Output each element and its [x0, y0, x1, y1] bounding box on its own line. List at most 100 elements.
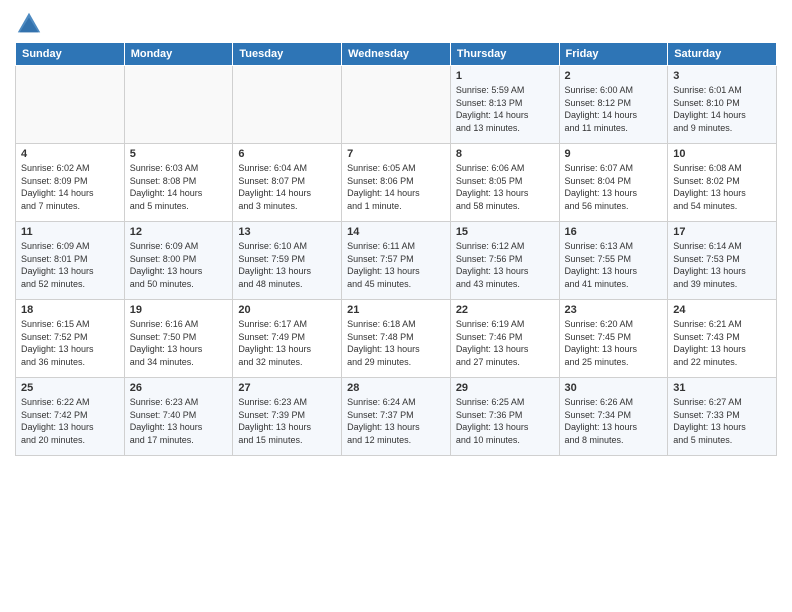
calendar-cell — [124, 66, 233, 144]
day-info: Sunrise: 6:13 AM Sunset: 7:55 PM Dayligh… — [565, 240, 663, 290]
day-info: Sunrise: 6:04 AM Sunset: 8:07 PM Dayligh… — [238, 162, 336, 212]
day-info: Sunrise: 6:09 AM Sunset: 8:01 PM Dayligh… — [21, 240, 119, 290]
calendar-cell: 31 Sunrise: 6:27 AM Sunset: 7:33 PM Dayli… — [668, 378, 777, 456]
day-number: 9 — [565, 148, 663, 160]
day-number: 8 — [456, 148, 554, 160]
page-container: SundayMondayTuesdayWednesdayThursdayFrid… — [0, 0, 792, 461]
day-info: Sunrise: 6:06 AM Sunset: 8:05 PM Dayligh… — [456, 162, 554, 212]
calendar-cell — [342, 66, 451, 144]
calendar-week-row: 25 Sunrise: 6:22 AM Sunset: 7:42 PM Dayli… — [16, 378, 777, 456]
day-number: 7 — [347, 148, 445, 160]
day-number: 14 — [347, 226, 445, 238]
day-number: 4 — [21, 148, 119, 160]
calendar-week-row: 11 Sunrise: 6:09 AM Sunset: 8:01 PM Dayli… — [16, 222, 777, 300]
day-number: 23 — [565, 304, 663, 316]
calendar-week-row: 1 Sunrise: 5:59 AM Sunset: 8:13 PM Daylig… — [16, 66, 777, 144]
day-info: Sunrise: 6:02 AM Sunset: 8:09 PM Dayligh… — [21, 162, 119, 212]
calendar-cell: 10 Sunrise: 6:08 AM Sunset: 8:02 PM Dayli… — [668, 144, 777, 222]
calendar-cell — [233, 66, 342, 144]
day-info: Sunrise: 6:24 AM Sunset: 7:37 PM Dayligh… — [347, 396, 445, 446]
day-info: Sunrise: 6:23 AM Sunset: 7:39 PM Dayligh… — [238, 396, 336, 446]
calendar-cell: 4 Sunrise: 6:02 AM Sunset: 8:09 PM Daylig… — [16, 144, 125, 222]
day-info: Sunrise: 6:21 AM Sunset: 7:43 PM Dayligh… — [673, 318, 771, 368]
day-info: Sunrise: 6:20 AM Sunset: 7:45 PM Dayligh… — [565, 318, 663, 368]
day-number: 10 — [673, 148, 771, 160]
calendar-cell: 17 Sunrise: 6:14 AM Sunset: 7:53 PM Dayli… — [668, 222, 777, 300]
day-number: 27 — [238, 382, 336, 394]
day-info: Sunrise: 6:19 AM Sunset: 7:46 PM Dayligh… — [456, 318, 554, 368]
day-number: 18 — [21, 304, 119, 316]
day-number: 22 — [456, 304, 554, 316]
day-info: Sunrise: 6:27 AM Sunset: 7:33 PM Dayligh… — [673, 396, 771, 446]
day-info: Sunrise: 6:00 AM Sunset: 8:12 PM Dayligh… — [565, 84, 663, 134]
day-info: Sunrise: 6:08 AM Sunset: 8:02 PM Dayligh… — [673, 162, 771, 212]
day-info: Sunrise: 6:05 AM Sunset: 8:06 PM Dayligh… — [347, 162, 445, 212]
calendar-cell: 18 Sunrise: 6:15 AM Sunset: 7:52 PM Dayli… — [16, 300, 125, 378]
calendar-cell: 20 Sunrise: 6:17 AM Sunset: 7:49 PM Dayli… — [233, 300, 342, 378]
calendar-cell: 23 Sunrise: 6:20 AM Sunset: 7:45 PM Dayli… — [559, 300, 668, 378]
calendar-week-row: 18 Sunrise: 6:15 AM Sunset: 7:52 PM Dayli… — [16, 300, 777, 378]
day-number: 25 — [21, 382, 119, 394]
calendar-cell: 30Sunrise: 6:26 AM Sunset: 7:34 PM Dayli… — [559, 378, 668, 456]
calendar-cell: 3 Sunrise: 6:01 AM Sunset: 8:10 PM Daylig… — [668, 66, 777, 144]
header-row: SundayMondayTuesdayWednesdayThursdayFrid… — [16, 43, 777, 66]
calendar-cell: 25 Sunrise: 6:22 AM Sunset: 7:42 PM Dayli… — [16, 378, 125, 456]
day-info: Sunrise: 6:15 AM Sunset: 7:52 PM Dayligh… — [21, 318, 119, 368]
logo — [15, 10, 47, 38]
weekday-header: Tuesday — [233, 43, 342, 66]
day-number: 20 — [238, 304, 336, 316]
day-number: 28 — [347, 382, 445, 394]
day-info: Sunrise: 5:59 AM Sunset: 8:13 PM Dayligh… — [456, 84, 554, 134]
calendar-week-row: 4 Sunrise: 6:02 AM Sunset: 8:09 PM Daylig… — [16, 144, 777, 222]
weekday-header: Saturday — [668, 43, 777, 66]
weekday-header: Wednesday — [342, 43, 451, 66]
calendar-cell: 16 Sunrise: 6:13 AM Sunset: 7:55 PM Dayli… — [559, 222, 668, 300]
day-info: Sunrise: 6:01 AM Sunset: 8:10 PM Dayligh… — [673, 84, 771, 134]
day-number: 16 — [565, 226, 663, 238]
calendar-cell: 14 Sunrise: 6:11 AM Sunset: 7:57 PM Dayli… — [342, 222, 451, 300]
day-info: Sunrise: 6:12 AM Sunset: 7:56 PM Dayligh… — [456, 240, 554, 290]
day-info: Sunrise: 6:07 AM Sunset: 8:04 PM Dayligh… — [565, 162, 663, 212]
day-number: 11 — [21, 226, 119, 238]
day-info: Sunrise: 6:25 AM Sunset: 7:36 PM Dayligh… — [456, 396, 554, 446]
calendar-cell: 24 Sunrise: 6:21 AM Sunset: 7:43 PM Dayli… — [668, 300, 777, 378]
day-number: 29 — [456, 382, 554, 394]
calendar-cell: 21 Sunrise: 6:18 AM Sunset: 7:48 PM Dayli… — [342, 300, 451, 378]
day-number: 15 — [456, 226, 554, 238]
day-number: 17 — [673, 226, 771, 238]
day-info: Sunrise: 6:14 AM Sunset: 7:53 PM Dayligh… — [673, 240, 771, 290]
day-info: Sunrise: 6:10 AM Sunset: 7:59 PM Dayligh… — [238, 240, 336, 290]
calendar-cell: 9 Sunrise: 6:07 AM Sunset: 8:04 PM Daylig… — [559, 144, 668, 222]
day-number: 19 — [130, 304, 228, 316]
day-info: Sunrise: 6:18 AM Sunset: 7:48 PM Dayligh… — [347, 318, 445, 368]
header — [15, 10, 777, 38]
day-info: Sunrise: 6:23 AM Sunset: 7:40 PM Dayligh… — [130, 396, 228, 446]
calendar-cell: 15 Sunrise: 6:12 AM Sunset: 7:56 PM Dayli… — [450, 222, 559, 300]
weekday-header: Monday — [124, 43, 233, 66]
calendar-cell: 27 Sunrise: 6:23 AM Sunset: 7:39 PM Dayli… — [233, 378, 342, 456]
day-info: Sunrise: 6:22 AM Sunset: 7:42 PM Dayligh… — [21, 396, 119, 446]
day-number: 13 — [238, 226, 336, 238]
day-number: 31 — [673, 382, 771, 394]
calendar-cell: 2Sunrise: 6:00 AM Sunset: 8:12 PM Daylig… — [559, 66, 668, 144]
day-info: Sunrise: 6:17 AM Sunset: 7:49 PM Dayligh… — [238, 318, 336, 368]
day-number: 3 — [673, 70, 771, 82]
calendar-cell: 7 Sunrise: 6:05 AM Sunset: 8:06 PM Daylig… — [342, 144, 451, 222]
day-info: Sunrise: 6:03 AM Sunset: 8:08 PM Dayligh… — [130, 162, 228, 212]
calendar-cell: 19 Sunrise: 6:16 AM Sunset: 7:50 PM Dayli… — [124, 300, 233, 378]
day-number: 1 — [456, 70, 554, 82]
day-info: Sunrise: 6:16 AM Sunset: 7:50 PM Dayligh… — [130, 318, 228, 368]
day-number: 6 — [238, 148, 336, 160]
calendar-cell: 29 Sunrise: 6:25 AM Sunset: 7:36 PM Dayli… — [450, 378, 559, 456]
calendar-cell: 11 Sunrise: 6:09 AM Sunset: 8:01 PM Dayli… — [16, 222, 125, 300]
day-number: 24 — [673, 304, 771, 316]
calendar-cell: 1 Sunrise: 5:59 AM Sunset: 8:13 PM Daylig… — [450, 66, 559, 144]
logo-icon — [15, 10, 43, 38]
calendar-cell: 26Sunrise: 6:23 AM Sunset: 7:40 PM Dayli… — [124, 378, 233, 456]
weekday-header: Thursday — [450, 43, 559, 66]
day-number: 21 — [347, 304, 445, 316]
day-info: Sunrise: 6:11 AM Sunset: 7:57 PM Dayligh… — [347, 240, 445, 290]
weekday-header: Sunday — [16, 43, 125, 66]
calendar-cell: 28 Sunrise: 6:24 AM Sunset: 7:37 PM Dayli… — [342, 378, 451, 456]
day-info: Sunrise: 6:26 AM Sunset: 7:34 PM Dayligh… — [565, 396, 663, 446]
